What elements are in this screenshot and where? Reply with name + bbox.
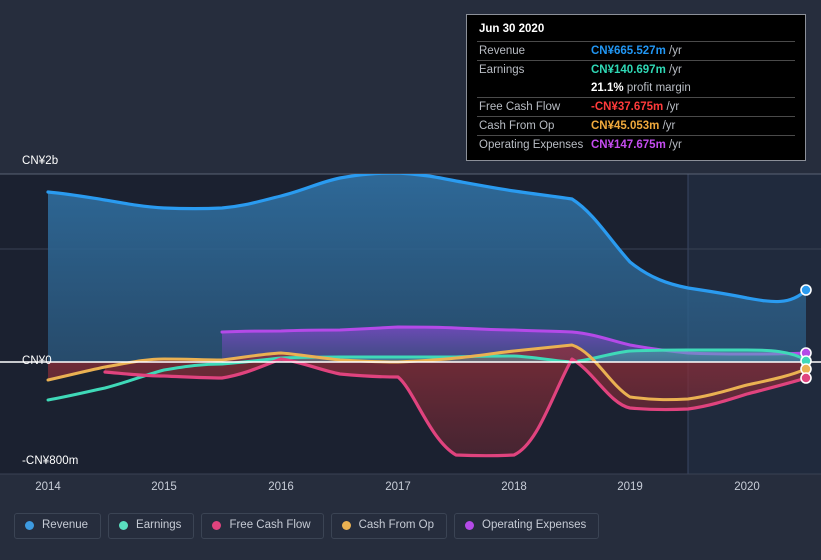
chart-legend: Revenue Earnings Free Cash Flow Cash Fro… xyxy=(14,513,600,539)
x-axis-label-2014: 2014 xyxy=(35,481,61,493)
tooltip-label-revenue: Revenue xyxy=(477,41,589,61)
tooltip-table: Revenue CN¥665.527m /yr Earnings CN¥140.… xyxy=(477,41,795,154)
legend-dot-earnings-icon xyxy=(119,521,129,531)
y-axis-label-bottom: -CN¥800m xyxy=(22,455,79,467)
tooltip-unit-profit-margin: profit margin xyxy=(626,82,691,94)
legend-dot-operating-expenses-icon xyxy=(465,521,475,531)
tooltip-label-profit-margin xyxy=(477,79,589,98)
tooltip-row-earnings: Earnings CN¥140.697m /yr xyxy=(477,60,795,79)
legend-item-revenue[interactable]: Revenue xyxy=(14,513,102,539)
data-point-tooltip: Jun 30 2020 Revenue CN¥665.527m /yr Earn… xyxy=(466,14,806,161)
tooltip-unit-revenue: /yr xyxy=(669,45,682,57)
tooltip-date: Jun 30 2020 xyxy=(479,23,545,35)
x-axis-label-2016: 2016 xyxy=(268,481,294,493)
legend-item-earnings[interactable]: Earnings xyxy=(108,513,195,539)
legend-item-cash-from-op[interactable]: Cash From Op xyxy=(330,513,448,539)
legend-dot-free-cash-flow-icon xyxy=(212,521,222,531)
legend-item-free-cash-flow[interactable]: Free Cash Flow xyxy=(201,513,324,539)
legend-label-earnings: Earnings xyxy=(136,519,182,531)
legend-item-operating-expenses[interactable]: Operating Expenses xyxy=(454,513,600,539)
tooltip-unit-free-cash-flow: /yr xyxy=(666,101,680,113)
tooltip-unit-cash-from-op: /yr xyxy=(662,120,676,132)
tooltip-row-cash-from-op: Cash From Op CN¥45.053m /yr xyxy=(477,116,795,136)
x-axis-label-2018: 2018 xyxy=(501,481,527,493)
tooltip-value-earnings: CN¥140.697m xyxy=(591,64,666,76)
legend-label-free-cash-flow: Free Cash Flow xyxy=(229,519,311,531)
legend-dot-cash-from-op-icon xyxy=(341,521,351,531)
tooltip-label-operating-expenses: Operating Expenses xyxy=(477,135,589,154)
tooltip-row-revenue: Revenue CN¥665.527m /yr xyxy=(477,41,795,61)
x-axis-label-2019: 2019 xyxy=(617,481,643,493)
tooltip-value-revenue: CN¥665.527m xyxy=(591,45,666,57)
tooltip-label-cash-from-op: Cash From Op xyxy=(477,116,589,136)
y-axis-label-zero: CN¥0 xyxy=(22,355,52,367)
tooltip-unit-earnings: /yr xyxy=(669,64,682,76)
free-cash-flow-endpoint-dot xyxy=(800,372,812,384)
revenue-endpoint-dot xyxy=(800,284,812,296)
tooltip-unit-operating-expenses: /yr xyxy=(669,139,682,151)
tooltip-value-cash-from-op: CN¥45.053m xyxy=(591,120,660,132)
tooltip-value-free-cash-flow: -CN¥37.675m xyxy=(591,101,664,113)
y-axis-label-top: CN¥2b xyxy=(22,155,59,167)
tooltip-row-free-cash-flow: Free Cash Flow -CN¥37.675m /yr xyxy=(477,97,795,117)
tooltip-value-operating-expenses: CN¥147.675m xyxy=(591,139,666,151)
tooltip-label-earnings: Earnings xyxy=(477,60,589,79)
tooltip-row-operating-expenses: Operating Expenses CN¥147.675m /yr xyxy=(477,135,795,154)
legend-label-cash-from-op: Cash From Op xyxy=(358,519,435,531)
legend-dot-revenue-icon xyxy=(25,521,34,531)
x-axis-label-2017: 2017 xyxy=(385,481,411,493)
legend-label-revenue: Revenue xyxy=(42,519,89,531)
tooltip-row-profit-margin: 21.1% profit margin xyxy=(477,79,795,98)
x-axis-label-2015: 2015 xyxy=(151,481,177,493)
tooltip-label-free-cash-flow: Free Cash Flow xyxy=(477,97,589,117)
tooltip-value-profit-margin: 21.1% xyxy=(591,82,624,94)
legend-label-operating-expenses: Operating Expenses xyxy=(482,519,587,531)
x-axis-label-2020: 2020 xyxy=(734,481,760,493)
